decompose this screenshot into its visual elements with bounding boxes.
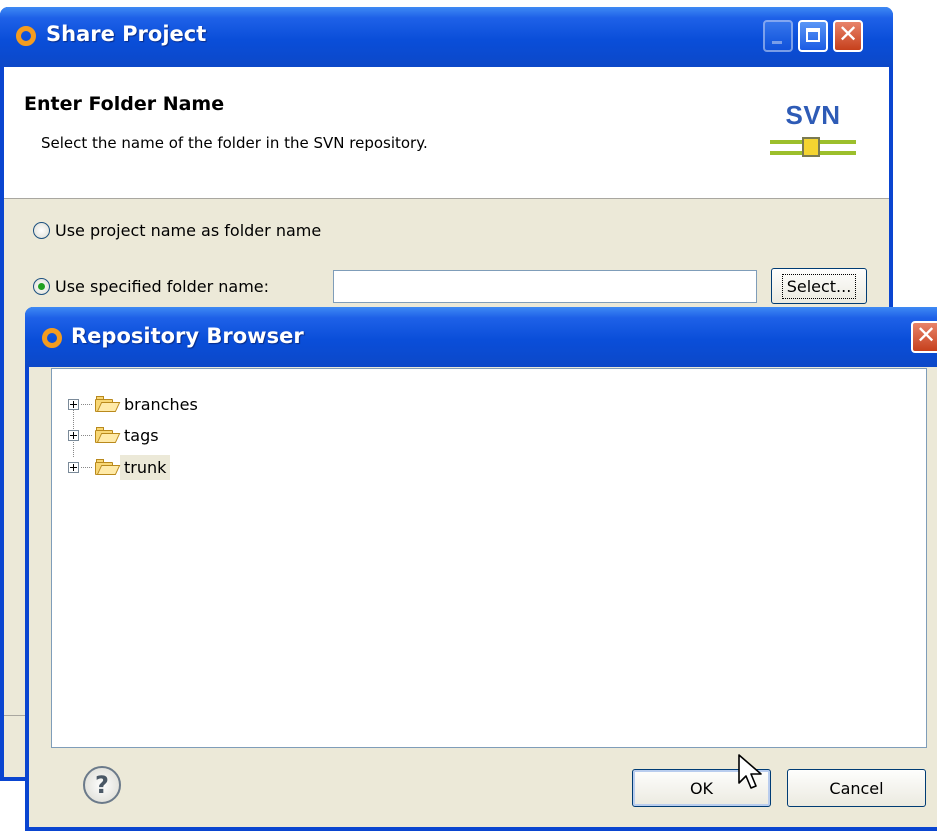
tree-item-trunk[interactable]: trunk [68,454,171,480]
minimize-button[interactable] [763,20,793,52]
ok-button-label: OK [689,778,714,798]
svn-logo-text: SVN [785,100,841,130]
close-icon: ✕ [915,321,937,349]
eclipse-app-icon [42,328,62,348]
select-button-label: Select... [781,273,857,299]
folder-name-input[interactable] [333,270,757,303]
page-description: Select the name of the folder in the SVN… [41,134,428,152]
tree-item-tags[interactable]: tags [68,422,159,448]
tree-item-label: tags [124,425,159,445]
help-button[interactable]: ? [83,766,121,804]
repository-browser-dialog: Repository Browser ✕ branches tags trunk… [25,307,937,831]
close-button[interactable]: ✕ [833,20,863,52]
wizard-banner: Enter Folder Name Select the name of the… [4,67,889,199]
folder-icon [95,427,121,443]
radio-use-project-name-label: Use project name as folder name [55,221,322,240]
repository-browser-titlebar[interactable]: Repository Browser ✕ [25,307,937,367]
close-icon: ✕ [837,20,859,48]
folder-icon [95,396,121,412]
repository-tree[interactable]: branches tags trunk [51,368,927,748]
folder-icon [95,459,121,475]
select-button[interactable]: Select... [771,268,867,304]
radio-button-selected-icon[interactable] [33,278,50,295]
radio-button-icon[interactable] [33,222,50,239]
svn-logo: SVN [770,96,856,174]
share-project-titlebar[interactable]: Share Project ✕ [0,7,893,67]
window-title: Share Project [46,22,207,46]
radio-use-specified-name[interactable]: Use specified folder name: [33,277,269,296]
help-icon: ? [95,771,109,799]
radio-use-project-name[interactable]: Use project name as folder name [33,221,321,240]
cancel-button[interactable]: Cancel [787,769,926,807]
maximize-button[interactable] [798,20,828,52]
dialog-title: Repository Browser [71,324,304,348]
tree-item-label: trunk [120,454,171,480]
tree-item-branches[interactable]: branches [68,391,198,417]
cancel-button-label: Cancel [829,778,884,798]
tree-item-label: branches [124,394,198,414]
eclipse-app-icon [16,26,36,46]
expander-plus-icon[interactable] [68,398,79,410]
mouse-pointer-icon [738,754,762,789]
radio-use-specified-name-label: Use specified folder name: [55,277,270,296]
expander-plus-icon[interactable] [68,461,79,473]
page-heading: Enter Folder Name [24,93,225,115]
dialog-close-button[interactable]: ✕ [911,321,937,353]
expander-plus-icon[interactable] [68,429,79,441]
